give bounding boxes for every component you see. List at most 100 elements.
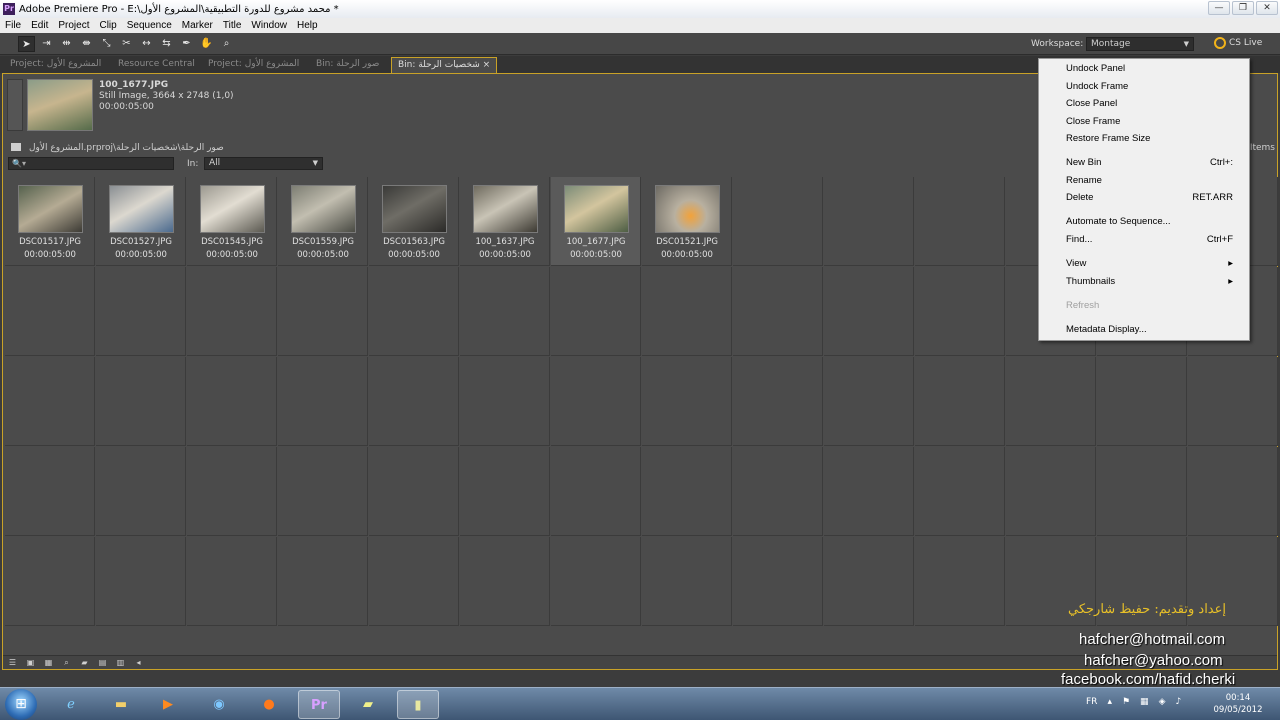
empty-cell	[5, 537, 95, 626]
clip-item[interactable]: DSC01521.JPG 00:00:05:00	[642, 177, 732, 266]
icon-view-icon[interactable]: ▣	[25, 658, 36, 667]
selection-tool-icon[interactable]: ➤	[18, 36, 35, 52]
new-bin-icon[interactable]: ▰	[79, 658, 90, 667]
maximize-button[interactable]: ❐	[1232, 1, 1254, 15]
tab-bin-trip-photos[interactable]: Bin: صور الرحلة	[310, 57, 385, 73]
menu-item-delete[interactable]: Delete RET.ARR	[1066, 190, 1233, 206]
menu-sequence[interactable]: Sequence	[122, 20, 177, 31]
rolling-edit-icon[interactable]: ⇼	[78, 36, 95, 52]
tray-app-icon[interactable]: ◈	[1159, 697, 1166, 707]
find-icon[interactable]: ⌕	[61, 658, 72, 667]
sticky-notes-icon[interactable]: ▰	[347, 690, 389, 719]
globe-app-icon[interactable]: ◉	[198, 690, 240, 719]
media-player-icon[interactable]: ▶	[147, 690, 189, 719]
clip-thumbnail	[18, 185, 83, 233]
clip-item[interactable]: DSC01559.JPG 00:00:05:00	[278, 177, 368, 266]
firefox-icon[interactable]: ●	[248, 690, 290, 719]
empty-cell	[1097, 357, 1187, 446]
close-button[interactable]: ✕	[1256, 1, 1278, 15]
premiere-taskbar-icon[interactable]: Pr	[298, 690, 340, 719]
tray-expand-icon[interactable]: ▴	[1107, 697, 1112, 707]
flag-icon[interactable]: ⚑	[1122, 697, 1130, 707]
clip-item[interactable]: DSC01527.JPG 00:00:05:00	[96, 177, 186, 266]
chevron-down-icon: ▼	[1183, 40, 1189, 48]
menu-item-new-bin[interactable]: New Bin Ctrl+:	[1066, 155, 1233, 171]
file-explorer-icon[interactable]: ▬	[100, 690, 142, 719]
clip-item-selected[interactable]: 100_1677.JPG 00:00:05:00	[551, 177, 641, 266]
empty-cell	[551, 447, 641, 536]
rate-stretch-icon[interactable]: ⤡	[98, 36, 115, 52]
menu-help[interactable]: Help	[292, 20, 323, 31]
tab-project-2[interactable]: Project: المشروع الأول	[202, 57, 305, 73]
ripple-edit-icon[interactable]: ⇹	[58, 36, 75, 52]
trash-icon[interactable]: ▥	[115, 658, 126, 667]
new-item-icon[interactable]: ▤	[97, 658, 108, 667]
tab-project-1[interactable]: Project: المشروع الأول	[4, 57, 107, 73]
menu-edit[interactable]: Edit	[26, 20, 53, 31]
window-controls: — ❐ ✕	[1208, 1, 1278, 15]
razor-icon[interactable]: ✂	[118, 36, 135, 52]
empty-cell	[460, 267, 550, 356]
in-filter-select[interactable]: All ▼	[204, 157, 323, 170]
tab-bin-trip-people[interactable]: Bin: شخصيات الرحلة ×	[391, 57, 498, 73]
speaker-icon[interactable]: ♪	[1175, 697, 1181, 707]
empty-cell	[5, 447, 95, 536]
internet-explorer-icon[interactable]: ℯ	[50, 690, 92, 719]
workspace-value: Montage	[1091, 39, 1131, 49]
empty-cell	[460, 447, 550, 536]
menu-bar: File Edit Project Clip Sequence Marker T…	[0, 18, 1280, 33]
minimize-button[interactable]: —	[1208, 1, 1230, 15]
preview-play-strip[interactable]	[7, 79, 23, 131]
empty-cell	[187, 267, 277, 356]
clip-item[interactable]: DSC01563.JPG 00:00:05:00	[369, 177, 459, 266]
menu-item-undock-panel[interactable]: Undock Panel	[1066, 61, 1233, 77]
submenu-arrow-icon: ▸	[1228, 276, 1233, 287]
items-count-label: Items	[1249, 143, 1275, 153]
menu-item-undock-frame[interactable]: Undock Frame	[1066, 79, 1233, 95]
zoom-icon[interactable]: ⌕	[218, 36, 235, 52]
menu-item-close-frame[interactable]: Close Frame	[1066, 114, 1233, 130]
menu-item-find[interactable]: Find... Ctrl+F	[1066, 232, 1233, 248]
tab-resource-central[interactable]: Resource Central	[112, 57, 201, 73]
bottom-tools: ☰ ▣ ▦ ⌕ ▰ ▤ ▥ ◂	[7, 658, 144, 667]
empty-cell	[187, 447, 277, 536]
clip-item[interactable]: 100_1637.JPG 00:00:05:00	[460, 177, 550, 266]
hand-icon[interactable]: ✋	[198, 36, 215, 52]
menu-item-metadata-display[interactable]: Metadata Display...	[1066, 322, 1233, 338]
slide-icon[interactable]: ⇆	[158, 36, 175, 52]
clip-item[interactable]: DSC01545.JPG 00:00:05:00	[187, 177, 277, 266]
pen-icon[interactable]: ✒	[178, 36, 195, 52]
menu-window[interactable]: Window	[246, 20, 292, 31]
menu-item-restore-frame-size[interactable]: Restore Frame Size	[1066, 131, 1233, 147]
slip-icon[interactable]: ↔	[138, 36, 155, 52]
taskbar-clock[interactable]: 00:14 09/05/2012	[1208, 692, 1268, 716]
clip-name: DSC01545.JPG	[201, 237, 263, 247]
bin-search-input[interactable]: 🔍▾	[8, 157, 174, 170]
menu-file[interactable]: File	[0, 20, 26, 31]
cs-live-icon	[1214, 37, 1226, 49]
menu-marker[interactable]: Marker	[177, 20, 218, 31]
clip-item[interactable]: DSC01517.JPG 00:00:05:00	[5, 177, 95, 266]
clock-time: 00:14	[1225, 693, 1251, 703]
cs-live-button[interactable]: CS Live	[1214, 37, 1262, 49]
menu-project[interactable]: Project	[53, 20, 94, 31]
track-select-icon[interactable]: ⇥	[38, 36, 55, 52]
empty-cell	[278, 447, 368, 536]
list-view-icon[interactable]: ☰	[7, 658, 18, 667]
automate-to-sequence-icon[interactable]: ▦	[43, 658, 54, 667]
scroll-left-icon[interactable]: ◂	[133, 658, 144, 667]
menu-item-automate-to-sequence[interactable]: Automate to Sequence...	[1066, 214, 1233, 230]
menu-item-close-panel[interactable]: Close Panel	[1066, 96, 1233, 112]
workspace-select[interactable]: Montage ▼	[1086, 37, 1194, 51]
camera-app-icon[interactable]: ▮	[397, 690, 439, 719]
network-icon[interactable]: ▦	[1140, 697, 1149, 707]
menu-clip[interactable]: Clip	[94, 20, 121, 31]
clip-thumbnail	[109, 185, 174, 233]
menu-item-rename[interactable]: Rename	[1066, 173, 1233, 189]
start-button[interactable]: ⊞	[5, 689, 37, 720]
empty-cell	[824, 267, 914, 356]
menu-item-thumbnails[interactable]: Thumbnails ▸	[1066, 274, 1233, 290]
menu-item-view[interactable]: View ▸	[1066, 256, 1233, 272]
language-indicator[interactable]: FR	[1086, 697, 1097, 707]
menu-title[interactable]: Title	[218, 20, 247, 31]
